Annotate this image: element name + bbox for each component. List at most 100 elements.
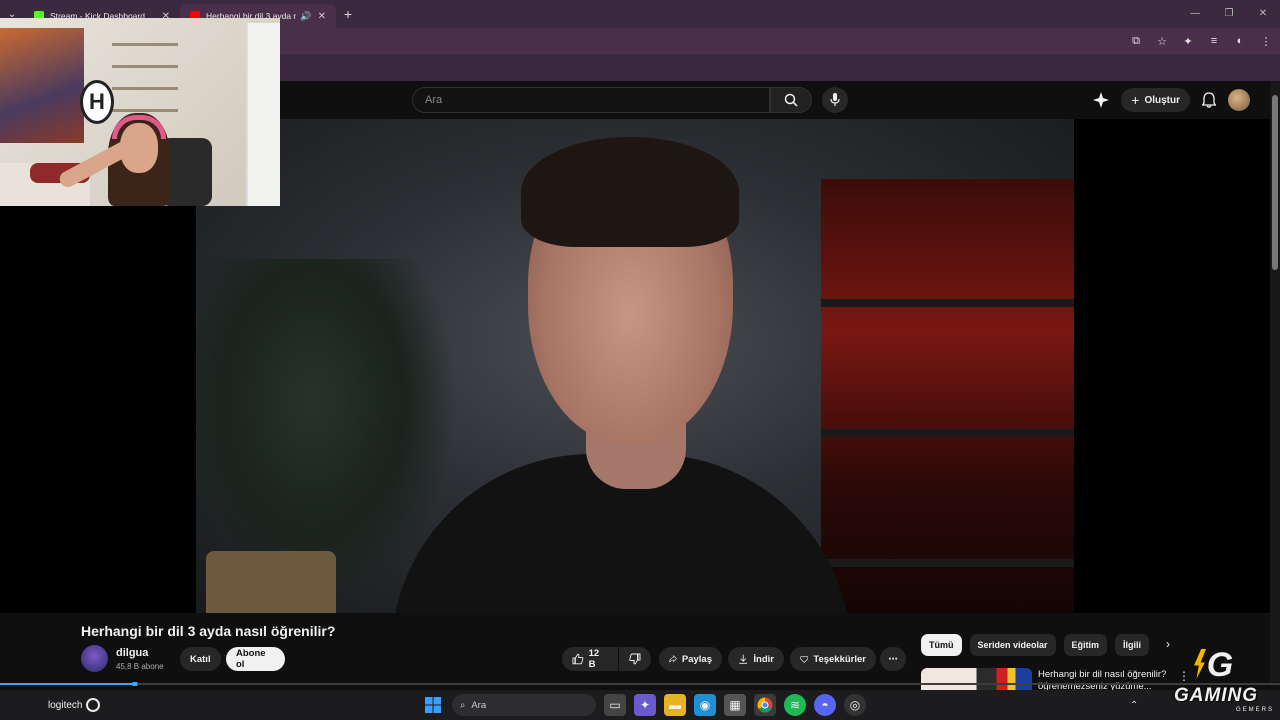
thumbs-down-icon: [629, 653, 641, 665]
chrome-icon[interactable]: [754, 694, 776, 716]
progress-track: [0, 683, 1280, 685]
taskbar-search-icon: ⌕: [460, 699, 466, 711]
microphone-icon: [830, 93, 840, 106]
plant-pot: [206, 551, 336, 613]
share-arrow-icon: [669, 655, 677, 663]
tray-chevron-up-icon[interactable]: ⌃: [1130, 700, 1138, 711]
extensions-icon[interactable]: ✦: [1180, 35, 1196, 48]
header-actions: + Oluştur: [1093, 87, 1250, 113]
chip-label: Tümü: [929, 640, 954, 650]
file-explorer-icon[interactable]: ▬: [664, 694, 686, 716]
download-label: İndir: [753, 653, 774, 665]
logitech-g-icon: [86, 698, 101, 712]
close-window-icon[interactable]: ✕: [1246, 0, 1280, 28]
bookmark-star-icon[interactable]: ☆: [1154, 35, 1170, 48]
progress-scrubber[interactable]: [132, 682, 138, 686]
premium-sparkle-icon[interactable]: [1093, 92, 1110, 108]
search-icon: [784, 93, 798, 107]
progress-fill: [0, 683, 135, 685]
toolbar-icons: ⧉ ☆ ✦ ≡ ◐ ⋮: [1128, 28, 1274, 54]
taskbar-search-input[interactable]: [471, 699, 542, 711]
windows-start-icon[interactable]: [422, 694, 444, 716]
menu-kebab-icon[interactable]: ⋮: [1258, 35, 1274, 48]
spotify-icon[interactable]: ≋: [784, 694, 806, 716]
thumbs-up-icon: [572, 653, 584, 665]
download-icon: [739, 654, 748, 664]
join-button[interactable]: Katıl: [180, 647, 221, 671]
tab-close-icon[interactable]: ✕: [318, 11, 326, 22]
discord-icon[interactable]: ◓: [814, 694, 836, 716]
streamer-webcam-overlay: H: [0, 18, 280, 206]
restore-icon[interactable]: ❐: [1212, 0, 1246, 28]
windows-taskbar: logitech ⌕ ▭ ✦ ▬ ◉ ▦ ≋ ◓ ◎ ⌃: [0, 690, 1280, 720]
taskbar-apps: ⌕ ▭ ✦ ▬ ◉ ▦ ≋ ◓ ◎: [422, 690, 866, 720]
media-control-icon[interactable]: ≡: [1206, 35, 1222, 47]
related-filter-chips: Tümü Seriden videolar Eğitim İlgili: [921, 634, 1150, 656]
account-avatar[interactable]: [1228, 89, 1250, 111]
chip-label: Eğitim: [1071, 640, 1100, 650]
video-progress-bar[interactable]: [0, 682, 1280, 686]
task-view-icon[interactable]: ▭: [604, 694, 626, 716]
minimize-icon[interactable]: —: [1178, 0, 1212, 28]
gaming-wordmark: GAMING: [1173, 685, 1259, 706]
edge-browser-icon[interactable]: ◉: [694, 694, 716, 716]
download-button[interactable]: İndir: [728, 647, 784, 671]
copilot-icon[interactable]: ✦: [634, 694, 656, 716]
page-scrollbar[interactable]: [1270, 81, 1280, 682]
share-label: Paylaş: [681, 653, 712, 665]
search-input[interactable]: [425, 94, 769, 106]
scrollbar-thumb[interactable]: [1272, 95, 1278, 270]
obs-icon[interactable]: ◎: [844, 694, 866, 716]
window-controls: — ❐ ✕: [1178, 0, 1280, 28]
share-button[interactable]: Paylaş: [659, 647, 722, 671]
recommended-video-thumbnail[interactable]: [921, 668, 1032, 690]
subscriber-count: 45,8 B abone: [116, 662, 164, 671]
chip-education[interactable]: Eğitim: [1063, 634, 1108, 656]
ms-store-icon[interactable]: ▦: [724, 694, 746, 716]
system-tray: ⌃: [1130, 690, 1138, 720]
notifications-bell-icon[interactable]: [1202, 92, 1216, 108]
new-tab-plus-icon[interactable]: +: [336, 6, 360, 22]
profile-icon[interactable]: ◐: [1232, 35, 1248, 47]
subscribe-label: Abone ol: [236, 648, 266, 670]
subscribe-button[interactable]: Abone ol: [226, 647, 285, 671]
chip-label: İlgili: [1123, 640, 1142, 650]
channel-avatar[interactable]: [81, 645, 108, 672]
screen: ⌄ Stream - Kick Dashboard ✕ Herhangi bir…: [0, 0, 1280, 720]
windows-logo-icon: [425, 697, 441, 713]
gaming-subtitle: GEMERS: [1235, 707, 1274, 713]
thanks-button[interactable]: Teşekkürler: [790, 647, 876, 671]
logitech-brand: logitech: [48, 699, 83, 711]
create-button[interactable]: + Oluştur: [1121, 88, 1190, 112]
like-button[interactable]: 12 B: [562, 647, 618, 671]
heart-dollar-icon: [800, 655, 809, 663]
more-actions-button[interactable]: ⋯: [880, 647, 906, 671]
streamer-logo-icon: H: [80, 80, 114, 124]
wall-painting: [0, 28, 84, 143]
channel-name[interactable]: dilgua: [116, 647, 148, 659]
chip-label: Seriden videolar: [977, 640, 1048, 650]
chip-all[interactable]: Tümü: [921, 634, 962, 656]
speaker-icon[interactable]: 🔊: [300, 11, 311, 22]
chip-series[interactable]: Seriden videolar: [969, 634, 1056, 656]
search-box: [412, 87, 770, 113]
room-door: [246, 23, 280, 206]
thanks-label: Teşekkürler: [813, 653, 866, 665]
like-count: 12 B: [588, 648, 600, 670]
bookshelf-decor: [821, 179, 1074, 613]
video-frame[interactable]: [196, 119, 1074, 613]
watch-metadata: Herhangi bir dil 3 ayda nasıl öğrenilir?…: [0, 613, 1270, 692]
dislike-button[interactable]: [619, 647, 651, 671]
create-label: Oluştur: [1144, 94, 1180, 106]
chrome-logo-icon: [757, 697, 773, 713]
logitech-overlay: logitech: [48, 690, 101, 720]
search-button[interactable]: [770, 87, 812, 113]
plus-icon: +: [1131, 92, 1140, 108]
install-app-icon[interactable]: ⧉: [1128, 35, 1144, 48]
join-label: Katıl: [190, 653, 211, 665]
wall-shelves: [112, 43, 178, 113]
chip-related[interactable]: İlgili: [1115, 634, 1150, 656]
presenter-hair: [521, 137, 739, 247]
taskbar-search[interactable]: ⌕: [452, 694, 596, 716]
voice-search-button[interactable]: [822, 87, 848, 113]
